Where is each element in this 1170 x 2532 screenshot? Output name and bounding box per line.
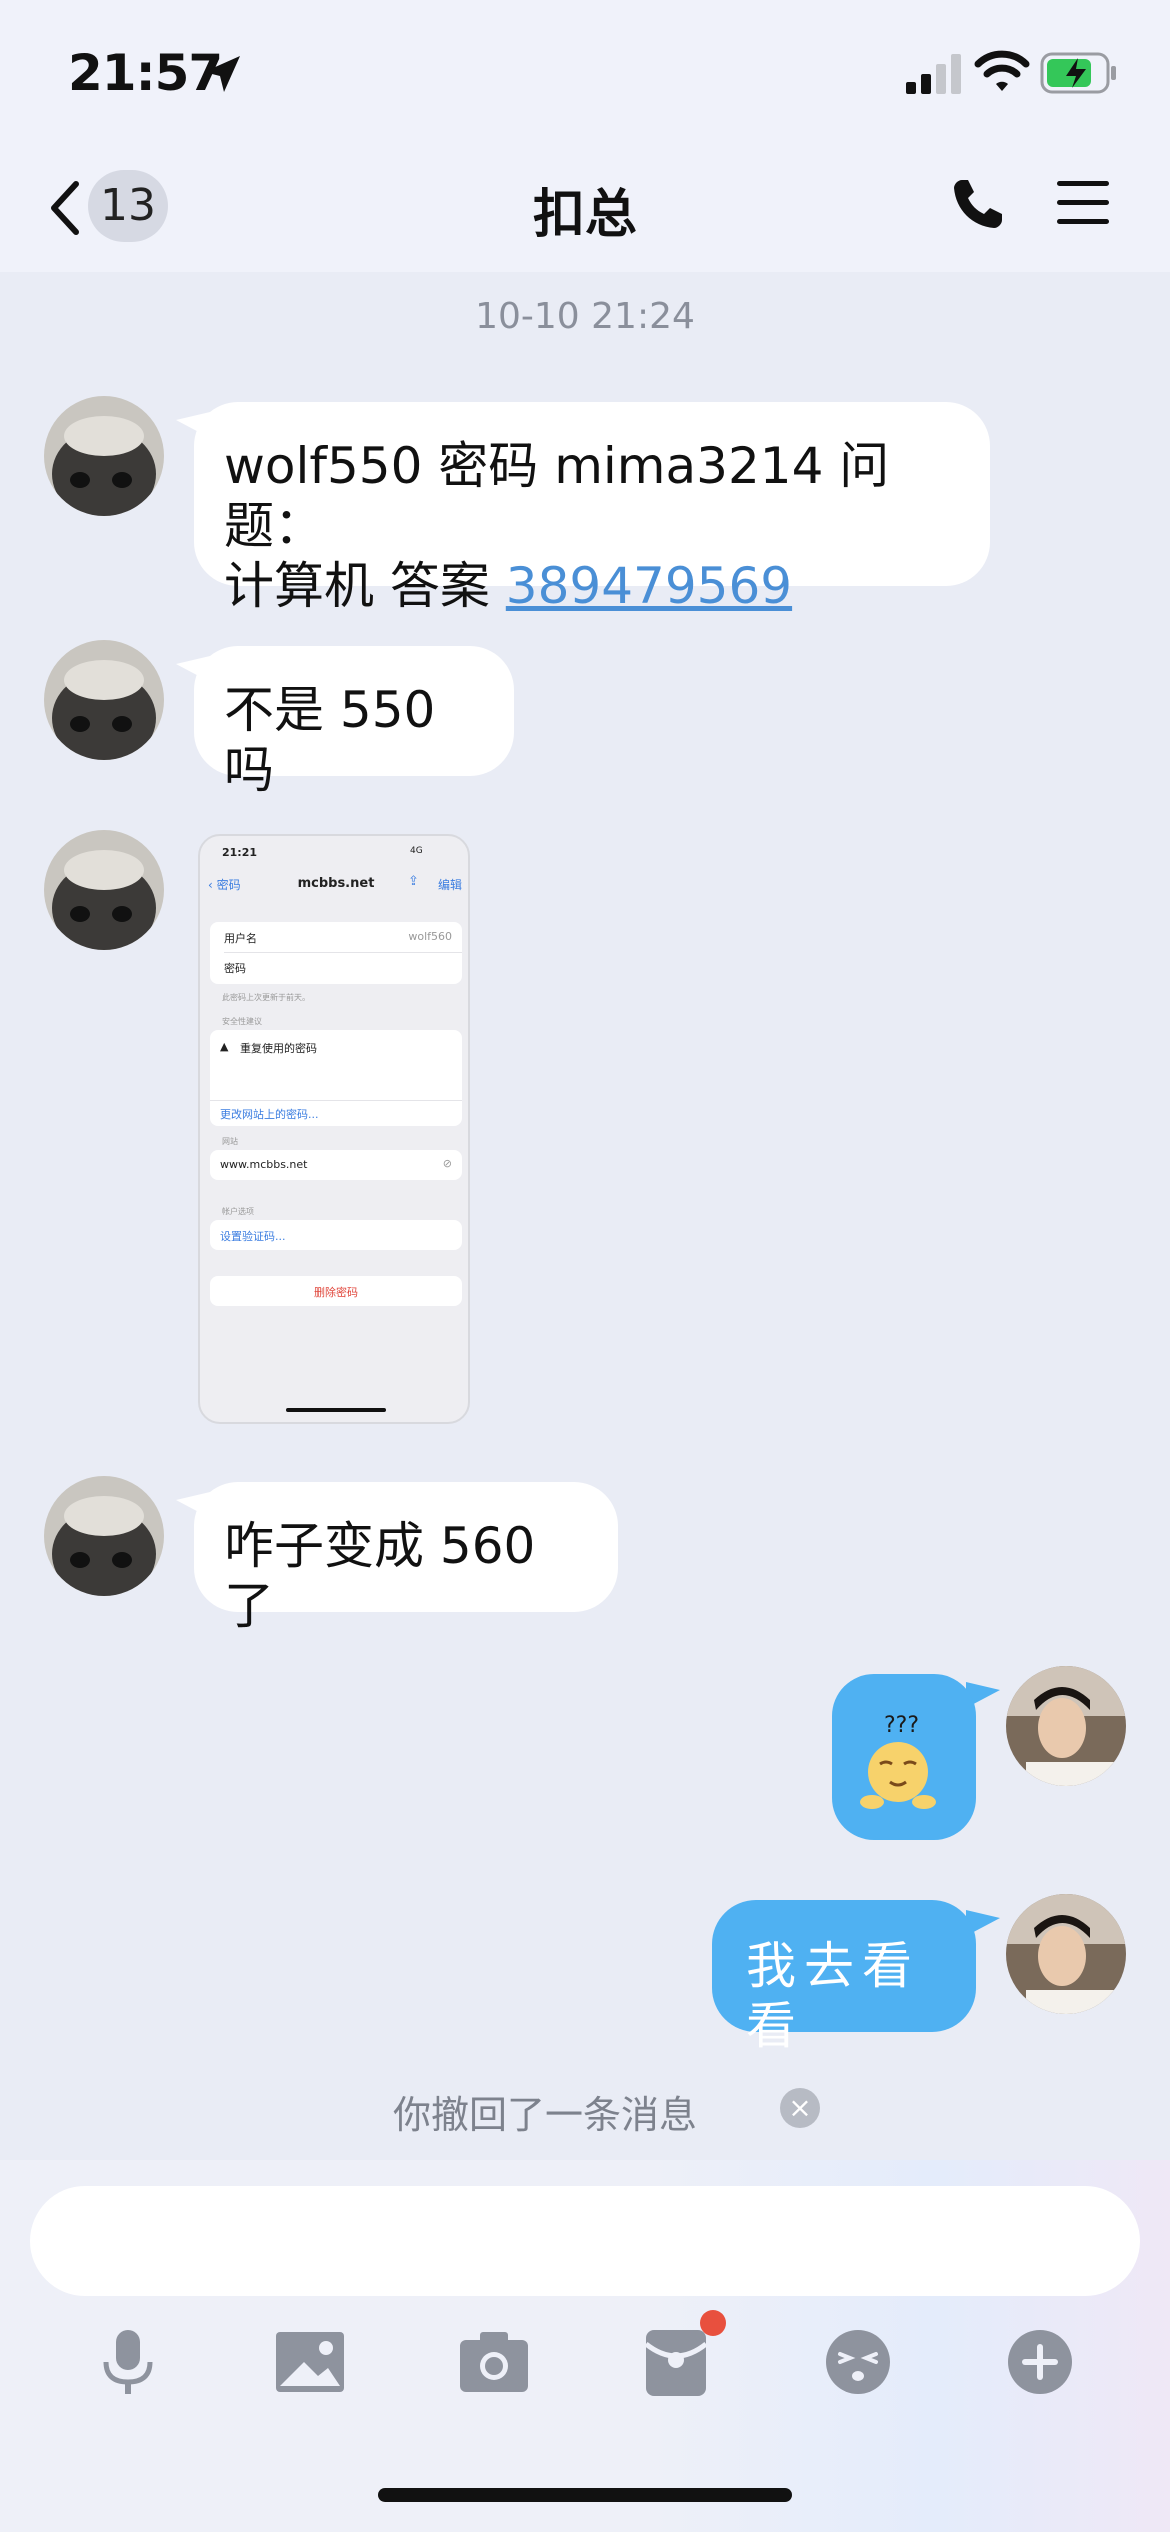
divider bbox=[210, 1100, 462, 1101]
shot-security-header: 安全性建议 bbox=[222, 1017, 262, 1026]
shot-username-value: wolf560 bbox=[408, 930, 452, 943]
shot-account-header: 帐户选项 bbox=[222, 1207, 254, 1216]
microphone-icon[interactable] bbox=[88, 2322, 168, 2402]
shot-setup-code: 设置验证码... bbox=[220, 1230, 286, 1243]
shot-website-card: www.mcbbs.net ⊘ bbox=[210, 1150, 462, 1180]
image-icon[interactable] bbox=[270, 2322, 350, 2402]
message-timestamp: 10-10 21:24 bbox=[475, 296, 695, 337]
message-bubble[interactable]: 咋子变成 560 了 bbox=[194, 1482, 618, 1635]
message-input[interactable] bbox=[30, 2186, 1140, 2296]
plus-icon[interactable] bbox=[1000, 2322, 1080, 2402]
phone-icon[interactable] bbox=[950, 176, 1006, 232]
share-icon: ⇪ bbox=[408, 874, 419, 889]
contact-avatar[interactable] bbox=[44, 1476, 164, 1596]
shot-account-card: 设置验证码... bbox=[210, 1220, 462, 1250]
message-bubble[interactable]: 我去看看 bbox=[712, 1900, 976, 2055]
image-message[interactable]: 21:21 4G ‹ 密码 mcbbs.net ⇪ 编辑 用户名 wolf560… bbox=[198, 834, 470, 1424]
unread-count-badge[interactable]: 13 bbox=[88, 170, 168, 242]
shot-delete: 删除密码 bbox=[314, 1286, 358, 1299]
menu-icon[interactable] bbox=[1055, 178, 1111, 228]
back-chevron-icon[interactable] bbox=[46, 178, 86, 238]
shot-security-card: ▲ 重复使用的密码 更改网站上的密码... bbox=[210, 1030, 462, 1126]
shot-title: mcbbs.net bbox=[297, 876, 375, 891]
dismiss-icon[interactable]: × bbox=[780, 2088, 820, 2128]
shot-change-link: 更改网站上的密码... bbox=[220, 1108, 319, 1121]
contact-avatar[interactable] bbox=[44, 396, 164, 516]
shot-updated-note: 此密码上次更新于前天。 bbox=[222, 993, 310, 1002]
compass-icon: ⊘ bbox=[442, 1157, 452, 1170]
sticker-text: ??? bbox=[884, 1713, 919, 1738]
recall-notice: 你撤回了一条消息 bbox=[0, 2084, 1170, 2139]
message-text: wolf550 密码 mima3214 问题： bbox=[224, 437, 890, 555]
message-text: 我去看看 bbox=[746, 1937, 920, 2055]
shot-time: 21:21 bbox=[222, 846, 258, 859]
location-arrow-icon bbox=[204, 56, 240, 92]
message-text: 不是 550 吗 bbox=[224, 681, 436, 799]
red-packet-icon[interactable] bbox=[636, 2322, 716, 2402]
message-bubble[interactable]: 不是 550 吗 bbox=[194, 646, 514, 799]
my-avatar[interactable] bbox=[1006, 1894, 1126, 2014]
sticker-message[interactable]: ??? bbox=[832, 1674, 976, 1840]
shot-signal: 4G bbox=[410, 846, 423, 856]
number-link[interactable]: 389479569 bbox=[506, 557, 792, 615]
divider bbox=[224, 952, 462, 953]
chat-title: 扣总 bbox=[532, 185, 637, 245]
my-avatar[interactable] bbox=[1006, 1666, 1126, 1786]
shot-website-header: 网站 bbox=[222, 1137, 238, 1146]
warning-icon: ▲ bbox=[220, 1040, 229, 1053]
shot-edit: 编辑 bbox=[438, 878, 463, 892]
message-text: 咋子变成 560 了 bbox=[224, 1517, 536, 1635]
confused-face-sticker-icon: ??? bbox=[860, 1713, 936, 1809]
contact-avatar[interactable] bbox=[44, 830, 164, 950]
camera-icon[interactable] bbox=[454, 2322, 534, 2402]
battery-charging-icon bbox=[1040, 52, 1116, 94]
shot-home-indicator bbox=[286, 1408, 386, 1412]
emoji-icon[interactable] bbox=[818, 2322, 898, 2402]
home-indicator bbox=[378, 2488, 792, 2502]
notification-dot bbox=[700, 2310, 726, 2336]
status-bar: 21:57 bbox=[0, 0, 1170, 150]
wifi-icon bbox=[974, 50, 1030, 91]
shot-credentials-card: 用户名 wolf560 密码 bbox=[210, 922, 462, 984]
shot-username-label: 用户名 bbox=[224, 932, 257, 945]
shot-security-warning: 重复使用的密码 bbox=[240, 1042, 317, 1055]
message-bubble[interactable]: wolf550 密码 mima3214 问题： 计算机 答案 389479569 bbox=[194, 402, 990, 615]
message-text: 计算机 答案 389479569 bbox=[224, 556, 960, 616]
message-text-prefix: 计算机 答案 bbox=[224, 557, 506, 615]
contact-avatar[interactable] bbox=[44, 640, 164, 760]
recall-text: 你撤回了一条消息 bbox=[392, 2093, 697, 2137]
shot-website-value: www.mcbbs.net bbox=[220, 1158, 308, 1171]
shot-delete-card: 删除密码 bbox=[210, 1276, 462, 1306]
shot-password-label: 密码 bbox=[224, 962, 246, 975]
signal-icon bbox=[906, 54, 961, 94]
